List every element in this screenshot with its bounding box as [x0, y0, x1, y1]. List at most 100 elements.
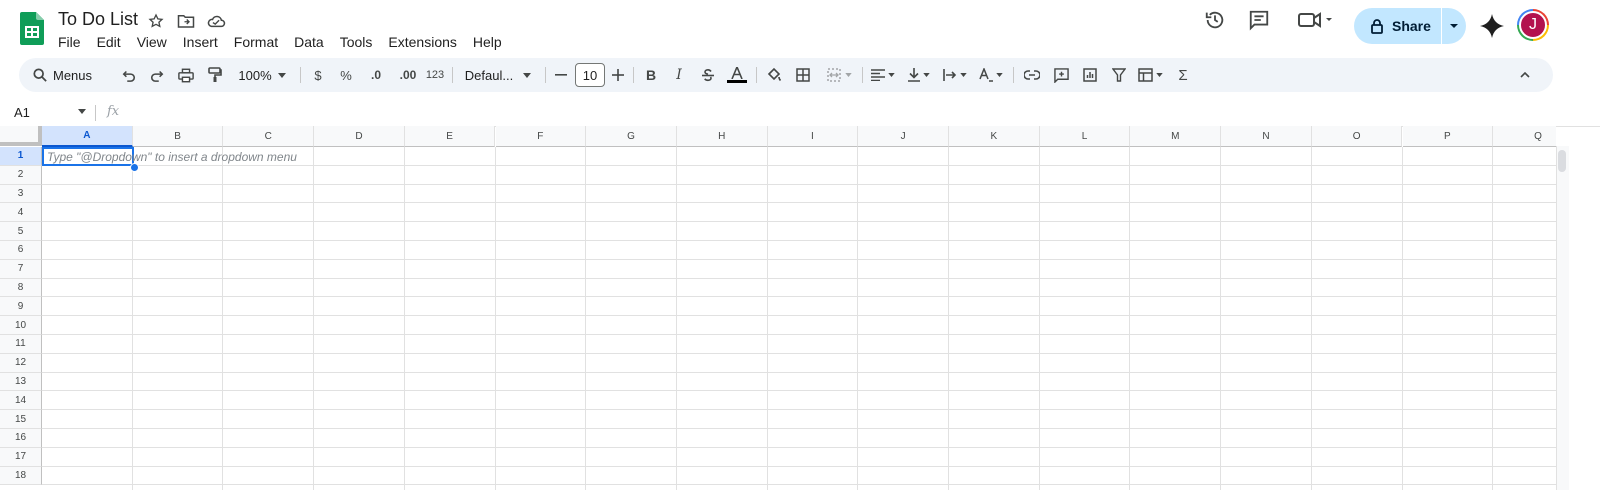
vertical-scrollbar[interactable] — [1556, 146, 1569, 490]
text-rotation-icon[interactable] — [975, 58, 1007, 92]
increase-font-size-icon[interactable] — [609, 58, 627, 92]
text-color-icon[interactable] — [726, 58, 748, 92]
row-header-13[interactable]: 13 — [0, 372, 42, 392]
row-header-14[interactable]: 14 — [0, 391, 42, 411]
row-header-4[interactable]: 4 — [0, 203, 42, 223]
text-wrapping-icon[interactable] — [939, 58, 971, 92]
row-header-3[interactable]: 3 — [0, 184, 42, 204]
column-header-l[interactable]: L — [1039, 126, 1131, 147]
row-header-17[interactable]: 17 — [0, 447, 42, 467]
menu-view[interactable]: View — [129, 33, 175, 51]
column-header-i[interactable]: I — [767, 126, 859, 147]
column-header-c[interactable]: C — [223, 126, 315, 147]
spreadsheet-grid[interactable]: A B C D E F G H I J K L M N O P Q 1 2 3 4 5 6 7 8 9 10 11 12 13 14 15 16… — [0, 126, 1556, 490]
menu-insert[interactable]: Insert — [175, 33, 226, 51]
name-box[interactable]: A1 — [14, 105, 30, 120]
column-header-j[interactable]: J — [858, 126, 949, 147]
borders-icon[interactable] — [792, 58, 814, 92]
italic-icon[interactable]: I — [669, 58, 689, 92]
row-header-18[interactable]: 18 — [0, 466, 42, 486]
font-family-select[interactable]: Defaul... — [459, 58, 537, 92]
row-header-8[interactable]: 8 — [0, 278, 42, 298]
row-header-2[interactable]: 2 — [0, 165, 42, 185]
row-header-15[interactable]: 15 — [0, 410, 42, 429]
column-header-n[interactable]: N — [1221, 126, 1312, 147]
row-header-1[interactable]: 1 — [0, 147, 42, 166]
strikethrough-icon[interactable] — [697, 58, 719, 92]
merge-cells-icon[interactable] — [821, 58, 857, 92]
column-header-g[interactable]: G — [586, 126, 677, 147]
avatar[interactable]: J — [1517, 9, 1549, 41]
column-header-h[interactable]: H — [676, 126, 768, 147]
fill-color-icon[interactable] — [763, 58, 785, 92]
share-button[interactable]: Share — [1354, 8, 1466, 44]
decrease-decimal-button[interactable]: .0 — [363, 58, 389, 92]
column-header-q[interactable]: Q — [1493, 126, 1556, 147]
row-header-16[interactable]: 16 — [0, 429, 42, 448]
column-header-e[interactable]: E — [404, 126, 496, 147]
horizontal-align-icon[interactable] — [868, 58, 898, 92]
font-family-value: Defaul... — [464, 67, 514, 83]
row-header-11[interactable]: 11 — [0, 335, 42, 354]
row-header-7[interactable]: 7 — [0, 259, 42, 279]
cloud-saved-icon[interactable] — [206, 11, 226, 31]
version-history-icon[interactable] — [1198, 4, 1232, 36]
column-header-d[interactable]: D — [314, 126, 405, 147]
print-icon[interactable] — [174, 58, 198, 92]
number-format-button[interactable]: 123 — [423, 58, 447, 92]
column-header-f[interactable]: F — [495, 126, 587, 147]
select-all-corner[interactable] — [0, 126, 42, 146]
paint-format-icon[interactable] — [203, 58, 227, 92]
menu-edit[interactable]: Edit — [89, 33, 129, 51]
row-header-9[interactable]: 9 — [0, 297, 42, 317]
share-dropdown-icon[interactable] — [1442, 23, 1466, 29]
menu-extensions[interactable]: Extensions — [380, 33, 464, 51]
column-header-o[interactable]: O — [1311, 126, 1403, 147]
row-header-6[interactable]: 6 — [0, 241, 42, 260]
currency-format-button[interactable]: $ — [308, 58, 328, 92]
star-icon[interactable] — [146, 11, 166, 31]
document-title[interactable]: To Do List — [58, 9, 138, 30]
undo-icon[interactable] — [118, 58, 140, 92]
menu-help[interactable]: Help — [465, 33, 510, 51]
filter-icon[interactable] — [1107, 58, 1131, 92]
insert-comment-icon[interactable] — [1049, 58, 1073, 92]
percent-format-button[interactable]: % — [336, 58, 356, 92]
bold-icon[interactable]: B — [641, 58, 661, 92]
sheets-logo-icon[interactable] — [20, 12, 44, 45]
comments-icon[interactable] — [1242, 4, 1276, 36]
menu-tools[interactable]: Tools — [332, 33, 381, 51]
filter-views-icon[interactable] — [1134, 58, 1166, 92]
decrease-font-size-icon[interactable] — [552, 58, 570, 92]
vertical-scrollbar-thumb[interactable] — [1558, 150, 1566, 172]
dropdown-hint: Type "@Dropdown" to insert a dropdown me… — [47, 150, 297, 164]
collapse-toolbar-icon[interactable] — [1513, 58, 1537, 92]
functions-icon[interactable]: Σ — [1172, 58, 1194, 92]
column-header-b[interactable]: B — [132, 126, 224, 147]
menu-file[interactable]: File — [50, 33, 89, 51]
vertical-align-icon[interactable] — [904, 58, 934, 92]
font-size-input[interactable]: 10 — [575, 63, 605, 87]
row-header-10[interactable]: 10 — [0, 316, 42, 335]
column-header-p[interactable]: P — [1402, 126, 1494, 147]
column-header-k[interactable]: K — [949, 126, 1040, 147]
redo-icon[interactable] — [146, 58, 168, 92]
menu-data[interactable]: Data — [286, 33, 332, 51]
menu-format[interactable]: Format — [226, 33, 286, 51]
lock-icon — [1371, 19, 1383, 34]
gemini-icon[interactable] — [1478, 12, 1506, 40]
insert-link-icon[interactable] — [1020, 58, 1044, 92]
row-header-5[interactable]: 5 — [0, 222, 42, 241]
fill-handle[interactable] — [130, 163, 139, 172]
move-folder-icon[interactable] — [176, 11, 196, 31]
column-header-m[interactable]: M — [1130, 126, 1222, 147]
increase-decimal-button[interactable]: .00 — [393, 58, 423, 92]
column-header-a[interactable]: A — [42, 126, 133, 147]
meet-video-icon[interactable] — [1292, 4, 1338, 36]
chevron-down-icon — [277, 72, 286, 78]
insert-chart-icon[interactable] — [1078, 58, 1102, 92]
chevron-down-icon[interactable] — [78, 109, 86, 114]
zoom-select[interactable]: 100% — [232, 58, 292, 92]
row-header-12[interactable]: 12 — [0, 353, 42, 373]
menus-search[interactable]: Menus — [25, 58, 117, 92]
